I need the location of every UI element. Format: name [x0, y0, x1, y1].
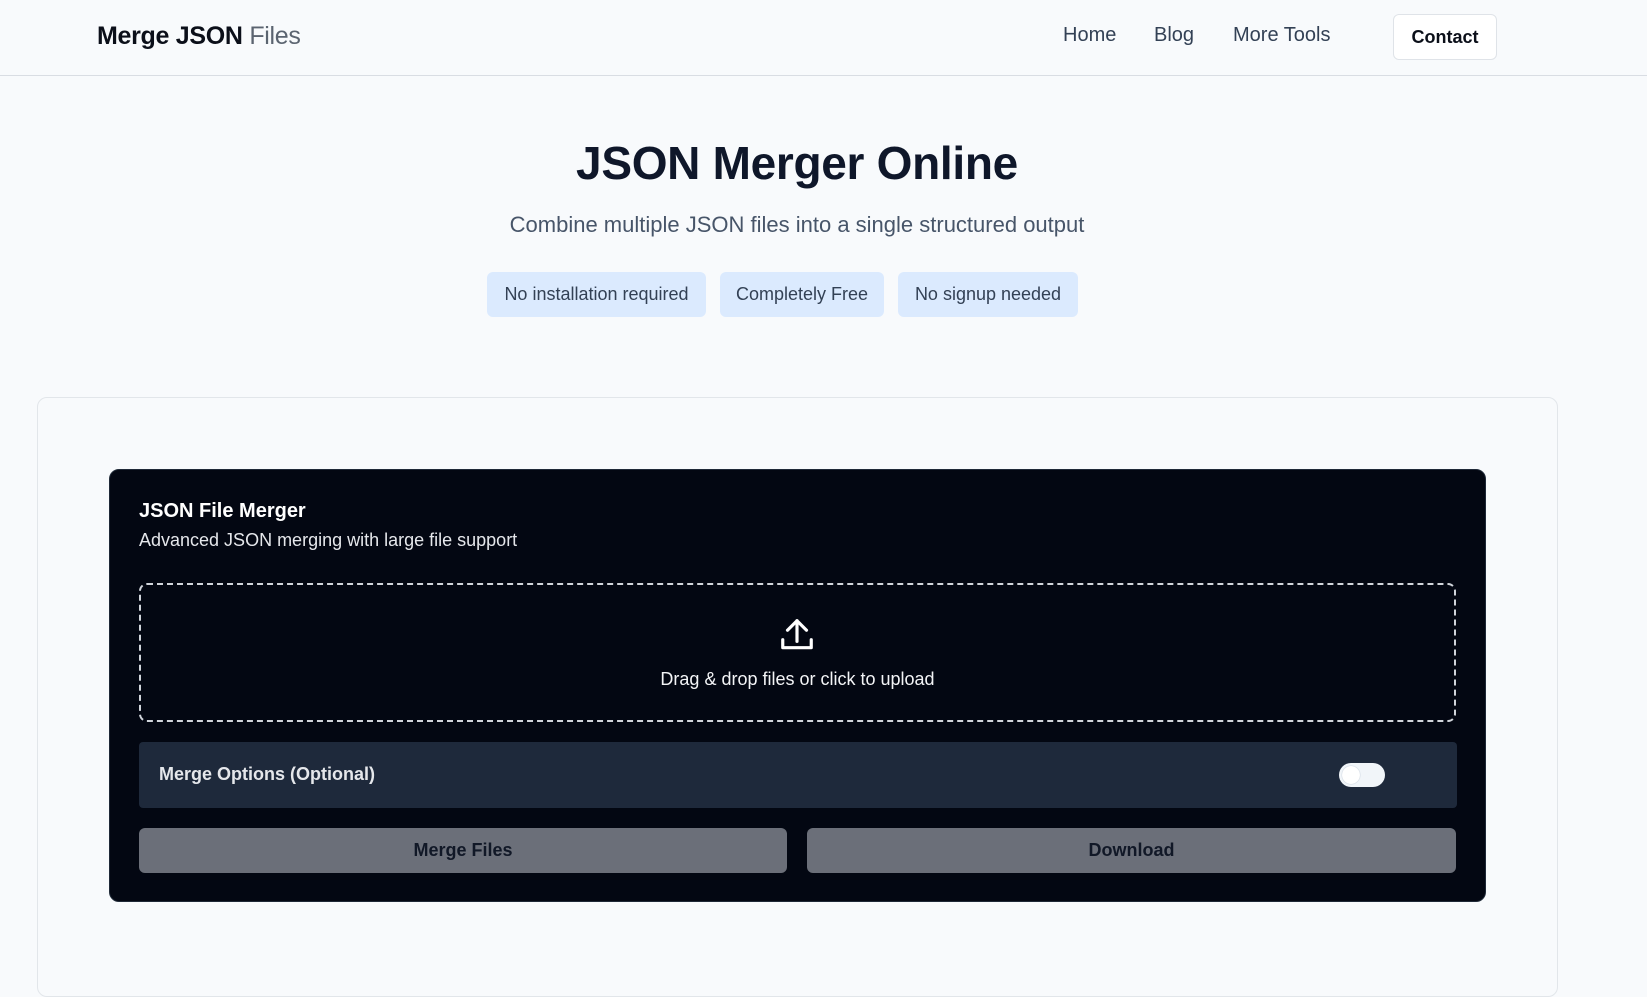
upload-icon	[781, 619, 813, 650]
download-button[interactable]: Download	[807, 828, 1456, 873]
brand-name-bold: Merge JSON	[97, 22, 243, 50]
merger-subtitle: Advanced JSON merging with large file su…	[139, 530, 518, 550]
nav-blog[interactable]: Blog	[1154, 24, 1194, 47]
toggle-knob	[1342, 766, 1360, 784]
site-header: Merge JSON Files Home Blog More Tools Co…	[0, 0, 1647, 76]
brand-logo[interactable]: Merge JSON Files	[97, 22, 301, 51]
page-subtitle: Combine multiple JSON files into a singl…	[509, 212, 1085, 237]
contact-button[interactable]: Contact	[1393, 14, 1497, 60]
nav-more-tools[interactable]: More Tools	[1233, 24, 1330, 47]
merge-options-label: Merge Options (Optional)	[159, 764, 375, 784]
feature-pill-no-signup: No signup needed	[898, 272, 1078, 317]
page-title: JSON Merger Online	[576, 137, 1018, 189]
dropzone-text: Drag & drop files or click to upload	[660, 669, 935, 689]
file-dropzone[interactable]: Drag & drop files or click to upload	[139, 583, 1456, 722]
merger-panel: JSON File Merger Advanced JSON merging w…	[109, 469, 1486, 902]
merger-title: JSON File Merger	[139, 500, 306, 522]
nav-home[interactable]: Home	[1063, 24, 1116, 47]
merge-options-row: Merge Options (Optional)	[139, 742, 1457, 808]
merge-files-button[interactable]: Merge Files	[139, 828, 787, 873]
brand-name-light: Files	[249, 22, 301, 50]
merge-options-toggle[interactable]	[1339, 763, 1385, 787]
feature-pill-no-installation: No installation required	[487, 272, 706, 317]
feature-pill-free: Completely Free	[720, 272, 884, 317]
